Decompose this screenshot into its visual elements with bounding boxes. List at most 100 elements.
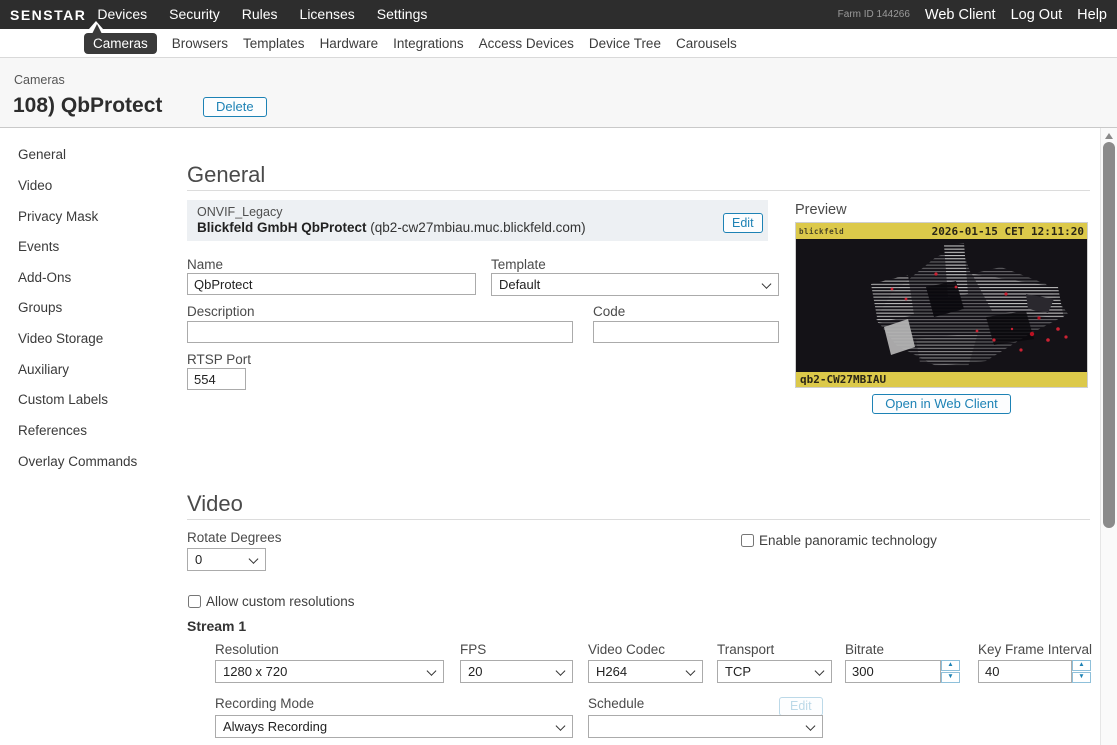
menu-rules[interactable]: Rules	[231, 0, 289, 29]
sidebar-item-video-storage[interactable]: Video Storage	[18, 331, 103, 346]
tab-integrations[interactable]: Integrations	[393, 36, 464, 51]
menu-settings[interactable]: Settings	[366, 0, 439, 29]
chevron-down-icon	[806, 721, 816, 731]
sidebar-item-add-ons[interactable]: Add-Ons	[18, 270, 71, 285]
video-codec-select[interactable]: H264	[588, 660, 703, 683]
recording-mode-label: Recording Mode	[215, 696, 314, 711]
fps-label: FPS	[460, 642, 486, 657]
delete-button[interactable]: Delete	[203, 97, 267, 117]
spinner-down-icon[interactable]: ▼	[941, 672, 960, 683]
fps-select[interactable]: 20	[460, 660, 573, 683]
section-divider	[187, 519, 1090, 520]
enable-panoramic-label: Enable panoramic technology	[759, 533, 937, 548]
device-name: Blickfeld GmbH QbProtect	[197, 220, 367, 235]
schedule-select[interactable]	[588, 715, 823, 738]
enable-panoramic-checkbox[interactable]	[741, 534, 754, 547]
chevron-down-icon	[427, 666, 437, 676]
allow-custom-resolutions-checkbox[interactable]	[188, 595, 201, 608]
farm-id-label: Farm ID 144266	[838, 9, 910, 20]
schedule-edit-button[interactable]: Edit	[779, 697, 823, 716]
edit-device-button[interactable]: Edit	[723, 213, 763, 233]
spinner-up-icon[interactable]: ▲	[1072, 660, 1091, 671]
sidebar-item-general[interactable]: General	[18, 147, 66, 162]
page-title: 108) QbProtect	[13, 94, 162, 118]
device-identity: Blickfeld GmbH QbProtect (qb2-cw27mbiau.…	[197, 220, 586, 235]
schedule-label: Schedule	[588, 696, 644, 711]
rotate-degrees-select[interactable]: 0	[187, 548, 266, 571]
tab-hardware[interactable]: Hardware	[320, 36, 379, 51]
section-title-video: Video	[187, 491, 243, 517]
tab-templates[interactable]: Templates	[243, 36, 305, 51]
key-frame-stepper: ▲ ▼	[1072, 660, 1091, 683]
rtsp-port-label: RTSP Port	[187, 352, 251, 367]
stream-1-title: Stream 1	[187, 618, 246, 634]
camera-preview: blickfeld 2026-01-15 CET 12:11:20	[795, 222, 1088, 388]
tab-device-tree[interactable]: Device Tree	[589, 36, 661, 51]
sidebar-item-custom-labels[interactable]: Custom Labels	[18, 392, 108, 407]
menu-licenses[interactable]: Licenses	[289, 0, 366, 29]
device-hostname: (qb2-cw27mbiau.muc.blickfeld.com)	[370, 220, 585, 235]
lidar-preview-image	[796, 239, 1087, 372]
rtsp-port-input[interactable]	[187, 368, 246, 390]
resolution-label: Resolution	[215, 642, 279, 657]
menu-security[interactable]: Security	[158, 0, 231, 29]
bitrate-label: Bitrate	[845, 642, 884, 657]
template-select[interactable]: Default	[491, 273, 779, 296]
allow-custom-resolutions-label: Allow custom resolutions	[206, 594, 355, 609]
scrollbar-up-arrow-icon[interactable]	[1105, 133, 1113, 139]
breadcrumb[interactable]: Cameras	[14, 73, 65, 87]
description-input[interactable]	[187, 321, 573, 343]
transport-label: Transport	[717, 642, 774, 657]
sidebar-item-overlay-commands[interactable]: Overlay Commands	[18, 454, 137, 469]
top-navbar: SENSTAR Devices Security Rules Licenses …	[0, 0, 1117, 29]
preview-overlay-top: blickfeld 2026-01-15 CET 12:11:20	[796, 223, 1087, 239]
device-type-label: ONVIF_Legacy	[197, 205, 282, 219]
sidebar-item-auxiliary[interactable]: Auxiliary	[18, 362, 69, 377]
video-codec-label: Video Codec	[588, 642, 665, 657]
key-frame-interval-input[interactable]	[978, 660, 1072, 683]
description-label: Description	[187, 304, 255, 319]
chevron-down-icon	[815, 666, 825, 676]
key-frame-interval-label: Key Frame Interval	[978, 642, 1092, 657]
chevron-down-icon	[762, 279, 772, 289]
vertical-scrollbar[interactable]	[1100, 128, 1117, 745]
chevron-down-icon	[686, 666, 696, 676]
device-info-box: ONVIF_Legacy Blickfeld GmbH QbProtect (q…	[187, 200, 768, 241]
bitrate-stepper: ▲ ▼	[941, 660, 960, 683]
log-out-link[interactable]: Log Out	[1011, 7, 1063, 23]
preview-camera-id: qb2-CW27MBIAU	[796, 372, 1087, 387]
sidebar-item-privacy-mask[interactable]: Privacy Mask	[18, 209, 98, 224]
senstar-logo: SENSTAR	[10, 7, 86, 23]
tab-carousels[interactable]: Carousels	[676, 36, 737, 51]
section-title-general: General	[187, 162, 265, 188]
sidebar-item-references[interactable]: References	[18, 423, 87, 438]
scrollbar-thumb[interactable]	[1103, 142, 1115, 528]
chevron-down-icon	[556, 666, 566, 676]
web-client-link[interactable]: Web Client	[925, 7, 996, 23]
spinner-down-icon[interactable]: ▼	[1072, 672, 1091, 683]
resolution-select[interactable]: 1280 x 720	[215, 660, 444, 683]
sidebar-item-groups[interactable]: Groups	[18, 300, 62, 315]
rotate-degrees-label: Rotate Degrees	[187, 530, 282, 545]
sidebar-item-events[interactable]: Events	[18, 239, 59, 254]
preview-label: Preview	[795, 202, 847, 218]
open-in-web-client-button[interactable]: Open in Web Client	[872, 394, 1011, 414]
bitrate-input[interactable]	[845, 660, 941, 683]
tab-cameras[interactable]: Cameras	[84, 33, 157, 54]
tab-access-devices[interactable]: Access Devices	[479, 36, 574, 51]
sidebar-item-video[interactable]: Video	[18, 178, 52, 193]
help-link[interactable]: Help	[1077, 7, 1107, 23]
transport-select[interactable]: TCP	[717, 660, 832, 683]
blickfeld-logo: blickfeld	[799, 227, 844, 236]
preview-timestamp: 2026-01-15 CET 12:11:20	[932, 225, 1084, 238]
tab-browsers[interactable]: Browsers	[172, 36, 228, 51]
name-input[interactable]	[187, 273, 476, 295]
chevron-down-icon	[249, 554, 259, 564]
code-input[interactable]	[593, 321, 779, 343]
page-header: Cameras 108) QbProtect Delete	[0, 58, 1117, 128]
code-label: Code	[593, 304, 625, 319]
spinner-up-icon[interactable]: ▲	[941, 660, 960, 671]
chevron-down-icon	[556, 721, 566, 731]
devices-subnav: Cameras Browsers Templates Hardware Inte…	[0, 29, 1117, 58]
recording-mode-select[interactable]: Always Recording	[215, 715, 573, 738]
